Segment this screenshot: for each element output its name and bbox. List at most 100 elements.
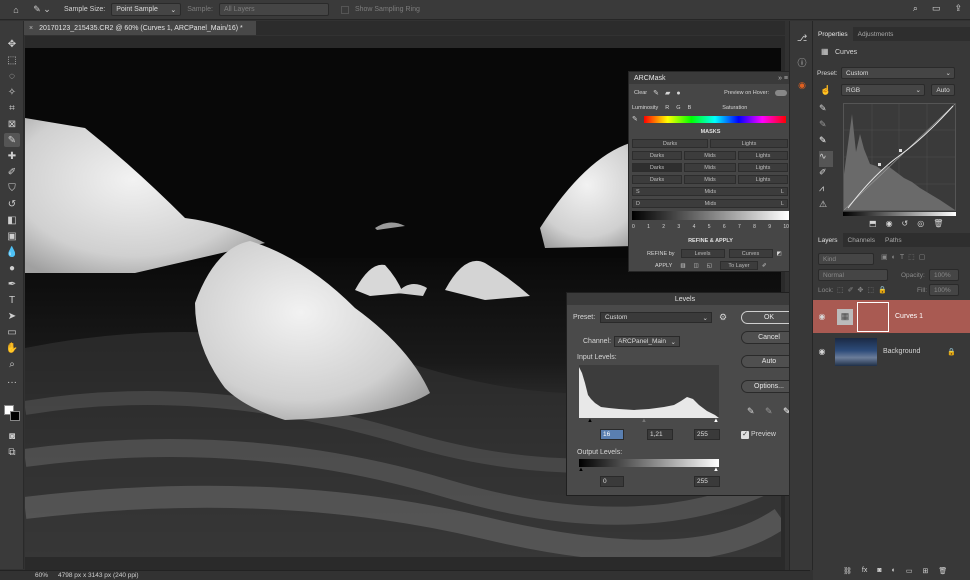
zoom-level[interactable]: 60% — [35, 572, 48, 579]
output-white-field[interactable]: 255 — [694, 476, 720, 487]
sample-select[interactable]: All Layers — [218, 3, 329, 16]
white-point-slider[interactable]: ▲ — [713, 418, 719, 424]
search-icon[interactable]: ⌕ — [913, 3, 918, 14]
opacity-field[interactable]: 100% — [929, 269, 959, 281]
move-tool-icon[interactable]: ✥ — [4, 37, 20, 51]
clear-button[interactable]: Clear — [634, 90, 647, 96]
mask-darks-2[interactable]: Darks — [632, 151, 682, 160]
brush-tool-icon[interactable]: ✐ — [4, 165, 20, 179]
path-select-icon[interactable]: ➤ — [4, 309, 20, 323]
clipping-icon[interactable]: ⚠ — [819, 199, 833, 215]
curves-button[interactable]: Curves — [728, 249, 773, 258]
channel-select[interactable]: ARCPanel_Main ⌄ — [614, 336, 680, 347]
view-previous-icon[interactable]: ◉ — [886, 219, 893, 228]
black-eyedropper-icon[interactable]: ✎ — [747, 406, 755, 417]
preview-checkbox[interactable]: ✓ — [741, 431, 749, 439]
preview-hover-toggle[interactable] — [775, 90, 787, 96]
frame-tool-icon[interactable]: ⊠ — [4, 117, 20, 131]
blur-tool-icon[interactable]: 💧 — [4, 245, 20, 259]
link-layers-icon[interactable]: ⛓ — [843, 567, 852, 575]
document-info[interactable]: 4798 px x 3143 px (240 ppi) — [58, 572, 139, 579]
tab-paths[interactable]: Paths — [880, 233, 907, 247]
sampling-ring-checkbox[interactable] — [340, 5, 349, 14]
r-label[interactable]: R — [665, 105, 669, 111]
refine-icon[interactable]: ◩ — [777, 251, 782, 257]
input-black-field[interactable]: 16 — [600, 429, 624, 440]
marquee-tool-icon[interactable]: ⬚ — [4, 53, 20, 67]
mask-darks-3[interactable]: Darks — [632, 163, 682, 172]
mask-darks-1[interactable]: Darks — [632, 139, 708, 148]
levels-button[interactable]: Levels — [680, 249, 725, 258]
output-black-field[interactable]: 0 — [600, 476, 624, 487]
curve-edit-icon[interactable]: ∿ — [819, 151, 833, 167]
output-black-slider[interactable]: ▲ — [578, 467, 584, 473]
eyedropper-preset-icon[interactable]: ✎ ⌄ — [30, 3, 54, 17]
hand-tool-icon[interactable]: ✋ — [4, 341, 20, 355]
gray-point-dropper-icon[interactable]: ✎ — [819, 119, 833, 135]
arcpanel-icon[interactable]: ◉ — [795, 78, 809, 92]
group-icon[interactable]: ▭ — [906, 567, 913, 575]
input-gamma-field[interactable]: 1,21 — [647, 429, 673, 440]
new-layer-icon[interactable]: ⊞ — [922, 567, 928, 575]
tab-channels[interactable]: Channels — [843, 233, 880, 247]
layer-visibility-icon[interactable]: ◉ — [813, 347, 831, 356]
b-label[interactable]: B — [688, 105, 692, 111]
fill-field[interactable]: 100% — [929, 284, 959, 296]
clip-to-layer-icon[interactable]: ⬒ — [869, 219, 877, 228]
tab-properties[interactable]: Properties — [813, 27, 853, 41]
quick-mask-icon[interactable]: ◙ — [4, 429, 20, 443]
curves-preset-select[interactable]: Custom ⌄ — [841, 67, 955, 79]
gamma-slider[interactable]: ▲ — [641, 418, 647, 424]
trash-icon[interactable]: 🗑 — [933, 219, 943, 228]
layer-name[interactable]: Curves 1 — [895, 313, 923, 320]
mask-mids-2[interactable]: Mids — [684, 151, 736, 160]
to-layer-button[interactable]: To Layer — [719, 261, 758, 270]
dodge-tool-icon[interactable]: ● — [4, 261, 20, 275]
white-point-dropper-icon[interactable]: ✎ — [819, 135, 833, 151]
stamp-tool-icon[interactable]: ⛉ — [4, 181, 20, 195]
history-brush-icon[interactable]: ↺ — [4, 197, 20, 211]
output-gradient[interactable] — [579, 459, 719, 467]
mask-row-s[interactable]: S Mids L — [632, 187, 788, 196]
luminosity-gradient[interactable] — [632, 211, 789, 220]
mask-lights-4[interactable]: Lights — [738, 175, 788, 184]
black-point-slider[interactable]: ▲ — [587, 418, 593, 424]
tab-adjustments[interactable]: Adjustments — [853, 27, 899, 41]
gray-eyedropper-icon[interactable]: ✎ — [765, 406, 773, 417]
mask-row-d[interactable]: D Mids L — [632, 199, 788, 208]
luminosity-label[interactable]: Luminosity — [632, 105, 658, 111]
saturation-label[interactable]: Saturation — [722, 105, 747, 111]
close-icon[interactable]: × — [29, 25, 33, 32]
layer-filter-icons[interactable]: ▣◐T⬚▢ — [881, 253, 929, 261]
lock-icons[interactable]: ⬚✐✥⬚🔒 — [837, 286, 891, 294]
workspace-icon[interactable]: ▭ — [932, 3, 941, 14]
mask-lights-2[interactable]: Lights — [738, 151, 788, 160]
curves-channel-select[interactable]: RGB ⌄ — [841, 84, 925, 96]
levels-preset-options-icon[interactable]: ⚙ — [719, 312, 727, 323]
crop-tool-icon[interactable]: ⌗ — [4, 101, 20, 115]
mask-lights-1[interactable]: Lights — [710, 139, 788, 148]
layer-visibility-icon[interactable]: ◉ — [813, 312, 831, 321]
zoom-tool-icon[interactable]: ⌕ — [4, 357, 20, 371]
brush-apply-icon[interactable]: ✐ — [762, 263, 767, 269]
smooth-curve-icon[interactable]: ⩘ — [819, 183, 833, 199]
blend-mode-select[interactable]: Normal — [818, 269, 888, 281]
layer-style-icon[interactable]: fx — [862, 567, 867, 575]
healing-brush-icon[interactable]: ✚ — [4, 149, 20, 163]
layer-row-curves[interactable]: ◉ ▦ Curves 1 — [813, 300, 970, 333]
black-point-dropper-icon[interactable]: ✎ — [819, 103, 833, 119]
pen-tool-icon[interactable]: ✒ — [4, 277, 20, 291]
add-mask-icon[interactable]: ◙ — [877, 567, 881, 575]
layer-kind-filter[interactable]: Kind — [818, 253, 874, 265]
more-tools-icon[interactable]: ··· — [4, 375, 20, 389]
pencil-curve-icon[interactable]: ✐ — [819, 167, 833, 183]
target-adjust-icon[interactable]: ☝ — [820, 85, 831, 96]
circle-icon[interactable]: ● — [676, 90, 680, 97]
mask-lights-3[interactable]: Lights — [738, 163, 788, 172]
history-icon[interactable]: ⎇ — [795, 31, 809, 45]
layer-row-background[interactable]: ◉ Background 🔒 — [813, 335, 970, 368]
reset-icon[interactable]: ↺ — [902, 219, 909, 228]
panel-menu-icon[interactable]: » ≡ — [778, 75, 788, 82]
screen-mode-icon[interactable]: ⧉ — [4, 445, 20, 459]
dropper-icon[interactable]: ✎ — [653, 89, 659, 97]
